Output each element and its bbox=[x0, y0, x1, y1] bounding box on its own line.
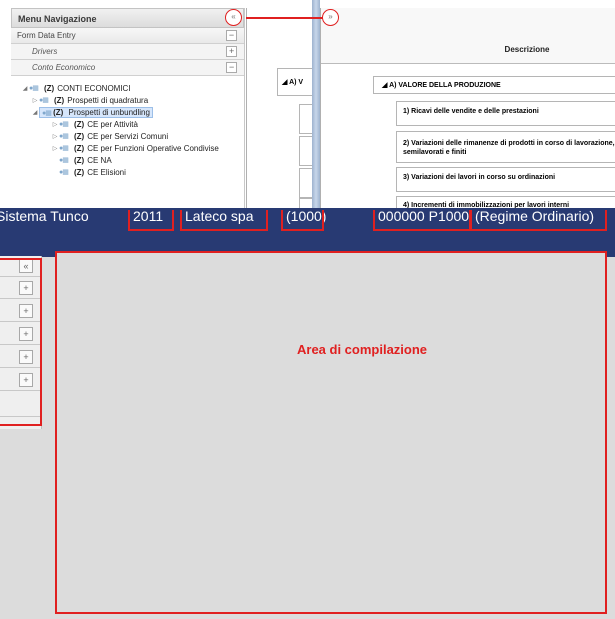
node-prefix: (Z) bbox=[44, 83, 55, 93]
expand-icon[interactable]: + bbox=[226, 46, 237, 57]
node-icon: ●▦ bbox=[42, 109, 52, 117]
node-prefix: (Z) bbox=[74, 131, 85, 141]
tree-node[interactable]: ◢ ●▦ (Z) CONTI ECONOMICI bbox=[11, 82, 244, 94]
node-label: Prospetti di quadratura bbox=[67, 95, 149, 105]
collapsed-arrow-icon[interactable]: ▷ bbox=[51, 121, 59, 128]
tree-node[interactable]: ▷ ●▦ (Z) CE per Funzioni Operative Condi… bbox=[11, 142, 244, 154]
expanded-arrow-icon[interactable]: ◢ bbox=[21, 85, 29, 92]
collapsed-arrow-icon[interactable]: ▷ bbox=[51, 133, 59, 140]
highlight-frame bbox=[180, 210, 268, 231]
row-label: 3) Variazioni dei lavori in corso su ord… bbox=[403, 174, 556, 181]
node-label: CE NA bbox=[87, 155, 112, 165]
node-prefix: (Z) bbox=[74, 167, 85, 177]
nav-title: Menu Navigazione bbox=[18, 14, 97, 24]
node-icon: ●▦ bbox=[59, 133, 69, 140]
tree-node-selected[interactable]: ◢ ●▦ (Z) Prospetti di unbundling bbox=[11, 106, 244, 118]
node-icon: ●▦ bbox=[29, 85, 39, 92]
collapsed-arrow-icon[interactable]: ▷ bbox=[31, 97, 39, 104]
accordion-conto-economico[interactable]: Conto Economico − bbox=[11, 60, 244, 76]
annotation-connector-line bbox=[246, 17, 329, 19]
compilation-area-label: Area di compilazione bbox=[297, 342, 428, 357]
tree-node[interactable]: ●▦ (Z) CE Elisioni bbox=[11, 166, 244, 178]
collapsed-arrow-icon[interactable]: ▷ bbox=[51, 145, 59, 152]
row-label: 2) Variazioni delle rimanenze di prodott… bbox=[403, 140, 615, 156]
nav-header: Menu Navigazione bbox=[11, 8, 244, 28]
tree-node[interactable]: ▷ ●▦ (Z) CE per Servizi Comuni bbox=[11, 130, 244, 142]
accordion-label: Form Data Entry bbox=[17, 31, 76, 40]
bottom-screenshot-panel: Sistema Tunco 2011 Lateco spa (1000) 000… bbox=[0, 208, 615, 619]
accordion-label: Drivers bbox=[32, 47, 58, 56]
highlight-frame bbox=[470, 210, 607, 231]
accordion-label: Conto Economico bbox=[32, 63, 96, 72]
expanded-arrow-icon[interactable]: ◢ bbox=[31, 109, 39, 116]
tree-node[interactable]: ▷ ●▦ (Z) Prospetti di quadratura bbox=[11, 94, 244, 106]
highlight-frame bbox=[373, 210, 471, 231]
node-label: CE per Servizi Comuni bbox=[87, 131, 169, 141]
node-label: CE per Attività bbox=[87, 119, 138, 129]
tree-node[interactable]: ▷ ●▦ (Z) CE per Attività bbox=[11, 118, 244, 130]
collapsed-grid-preview: ◢ A) V bbox=[246, 8, 327, 210]
grid-row[interactable]: 3) Variazioni dei lavori in corso su ord… bbox=[396, 167, 615, 192]
section-label: A) V bbox=[289, 79, 304, 86]
highlight-frame bbox=[128, 210, 174, 231]
section-row[interactable]: ◢ A) VALORE DELLA PRODUZIONE bbox=[373, 76, 615, 94]
node-label: Prospetti di unbundling bbox=[68, 107, 150, 117]
node-prefix: (Z) bbox=[74, 119, 85, 129]
grid-header: Descrizione bbox=[321, 8, 615, 64]
data-grid: Descrizione ◢ A) VALORE DELLA PRODUZIONE… bbox=[320, 8, 615, 212]
tree-node[interactable]: ●▦ (Z) CE NA bbox=[11, 154, 244, 166]
title-system: Sistema Tunco bbox=[0, 208, 89, 224]
application-title-bar: Sistema Tunco 2011 Lateco spa (1000) 000… bbox=[0, 208, 615, 257]
node-label: CE Elisioni bbox=[87, 167, 126, 177]
tree-view: ◢ ●▦ (Z) CONTI ECONOMICI ▷ ●▦ (Z) Prospe… bbox=[11, 76, 244, 178]
node-prefix: (Z) bbox=[54, 95, 65, 105]
row-label: 1) Ricavi delle vendite e delle prestazi… bbox=[403, 108, 539, 115]
collapse-icon[interactable]: − bbox=[226, 62, 237, 73]
node-icon: ●▦ bbox=[59, 145, 69, 152]
column-header-descrizione[interactable]: Descrizione bbox=[505, 45, 550, 54]
top-screenshot-panel: Menu Navigazione Form Data Entry − Drive… bbox=[0, 0, 615, 212]
grid-row[interactable]: 1) Ricavi delle vendite e delle prestazi… bbox=[396, 101, 615, 126]
node-icon: ●▦ bbox=[59, 157, 69, 164]
compilation-area[interactable]: Area di compilazione bbox=[55, 251, 607, 614]
node-icon: ●▦ bbox=[59, 121, 69, 128]
accordion-drivers[interactable]: Drivers + bbox=[11, 44, 244, 60]
node-label: CE per Funzioni Operative Condivise bbox=[87, 143, 219, 153]
node-icon: ●▦ bbox=[59, 169, 69, 176]
highlight-frame bbox=[281, 210, 324, 231]
navigation-menu: Menu Navigazione Form Data Entry − Drive… bbox=[11, 8, 245, 208]
accordion-form-data-entry[interactable]: Form Data Entry − bbox=[11, 28, 244, 44]
node-prefix: (Z) bbox=[53, 107, 64, 117]
node-label: CONTI ECONOMICI bbox=[57, 83, 131, 93]
sidebar-highlight-frame bbox=[0, 258, 42, 426]
section-label: A) VALORE DELLA PRODUZIONE bbox=[389, 82, 501, 89]
expand-menu-icon[interactable]: » bbox=[322, 9, 339, 26]
panel-splitter[interactable] bbox=[312, 0, 320, 208]
grid-row[interactable]: 2) Variazioni delle rimanenze di prodott… bbox=[396, 131, 615, 163]
collapse-menu-icon[interactable]: « bbox=[225, 9, 242, 26]
node-icon: ●▦ bbox=[39, 97, 49, 104]
collapse-icon[interactable]: − bbox=[226, 30, 237, 41]
node-prefix: (Z) bbox=[74, 143, 85, 153]
node-prefix: (Z) bbox=[74, 155, 85, 165]
